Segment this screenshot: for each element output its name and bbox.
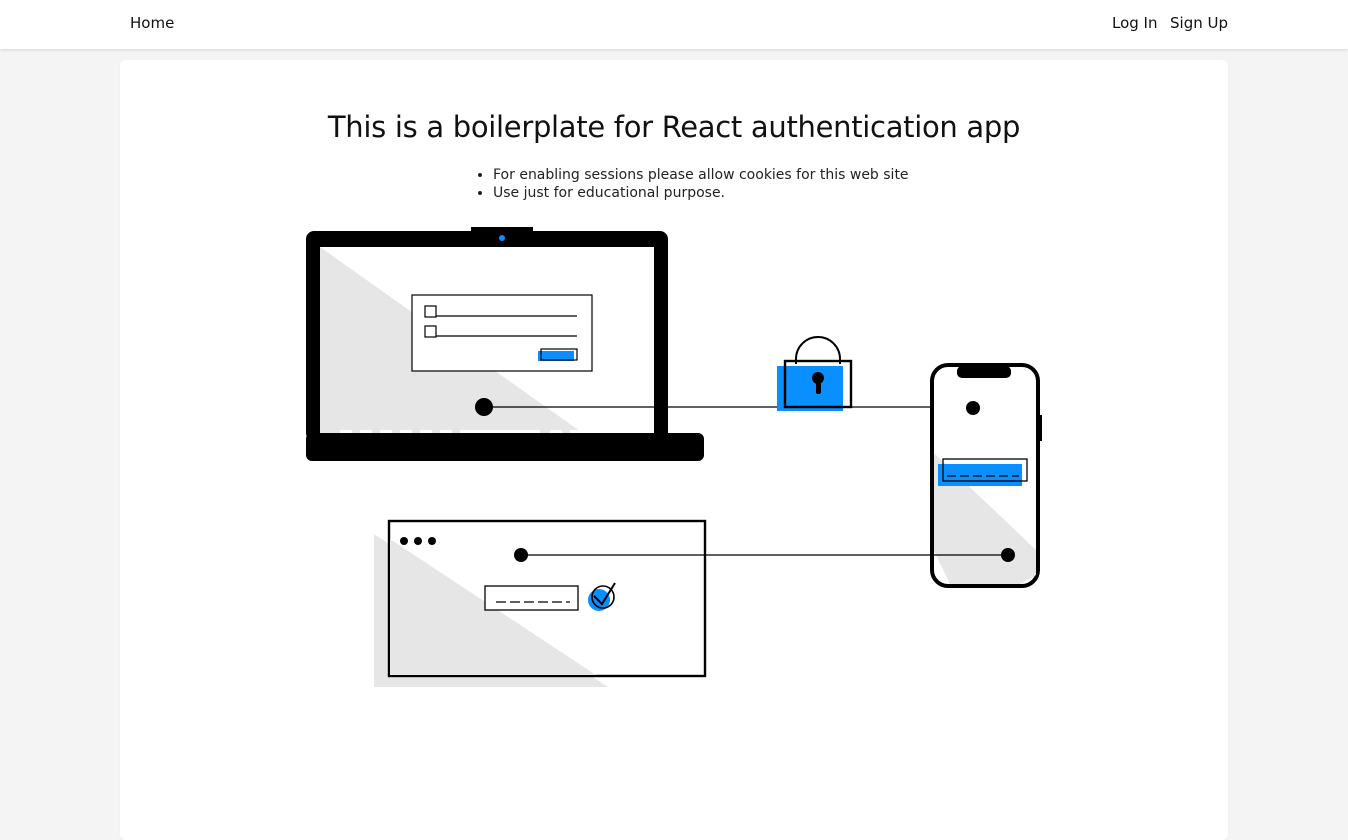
check-circle-icon [588, 582, 616, 611]
laptop-login-form [411, 294, 593, 372]
lock-icon [777, 336, 853, 411]
authentication-illustration [306, 227, 1042, 687]
nav-signup-link[interactable]: Sign Up [1170, 14, 1228, 32]
note-item-cookies: For enabling sessions please allow cooki… [493, 166, 909, 184]
browser-window-illustration [374, 519, 1008, 687]
nav-home-link[interactable]: Home [130, 14, 174, 32]
phone-illustration [930, 363, 1042, 588]
nav-login-link[interactable]: Log In [1112, 14, 1158, 32]
notes-list: For enabling sessions please allow cooki… [475, 166, 909, 202]
connection-node-phone-top [966, 401, 980, 415]
note-item-educational: Use just for educational purpose. [493, 184, 909, 202]
connection-node-laptop [475, 398, 493, 416]
top-navbar: Home Log In Sign Up [0, 0, 1348, 49]
laptop-illustration [306, 227, 704, 461]
main-card: This is a boilerplate for React authenti… [120, 60, 1228, 840]
page-title: This is a boilerplate for React authenti… [327, 110, 1021, 144]
